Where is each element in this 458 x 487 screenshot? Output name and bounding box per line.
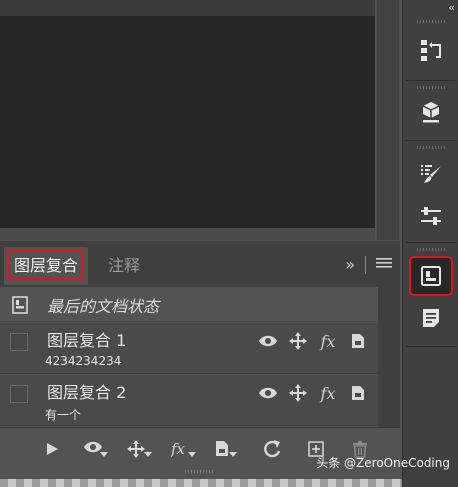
apply-comp-checkbox[interactable] bbox=[10, 333, 28, 351]
dock-grip[interactable] bbox=[417, 20, 445, 23]
3d-panel-button[interactable] bbox=[411, 94, 451, 130]
layer-comp-row[interactable]: 图层复合 2 有一个 fx bbox=[0, 375, 378, 426]
page-update-icon bbox=[216, 441, 237, 457]
apply-comp-checkbox[interactable] bbox=[10, 385, 28, 403]
eye-update-icon bbox=[84, 441, 108, 457]
document-tab-strip bbox=[0, 0, 375, 16]
layer-comps-panel-button[interactable] bbox=[411, 258, 451, 294]
position-move-icon[interactable] bbox=[288, 331, 308, 351]
collapse-dock-button[interactable]: ‹‹ bbox=[448, 1, 455, 14]
fx-style-icon[interactable]: fx bbox=[318, 383, 338, 403]
visibility-eye-icon[interactable] bbox=[258, 383, 278, 403]
comp-attribute-icons: fx bbox=[258, 331, 368, 351]
update-appearance-button[interactable] bbox=[206, 438, 250, 460]
panel-tab-bar: 图层复合 注释 » bbox=[0, 241, 400, 287]
note-icon bbox=[423, 309, 439, 327]
document-state-icon bbox=[12, 296, 28, 314]
cube-icon bbox=[422, 102, 440, 123]
history-panel-button[interactable] bbox=[411, 32, 451, 68]
highlight-box bbox=[8, 250, 85, 280]
dock-grip[interactable] bbox=[417, 146, 445, 149]
layer-comps-list: 最后的文档状态 图层复合 1 4234234234 fx 图层复合 2 有一个 … bbox=[0, 287, 378, 427]
watermark-text: 头条 @ZeroOneCoding bbox=[316, 456, 450, 470]
list-scrollbar[interactable] bbox=[378, 287, 400, 427]
layer-comps-panel: 图层复合 注释 » 最后的文档状态 图层复合 1 4234234234 fx 图… bbox=[0, 241, 400, 487]
tab-label: 注释 bbox=[108, 256, 141, 275]
notes-panel-button[interactable] bbox=[411, 300, 451, 336]
position-move-icon[interactable] bbox=[288, 383, 308, 403]
layer-comp-name: 图层复合 1 bbox=[47, 331, 127, 350]
layer-comp-comment: 4234234234 bbox=[45, 354, 122, 368]
svg-text:fx: fx bbox=[171, 440, 186, 458]
panel-menu-button[interactable] bbox=[376, 256, 392, 274]
tab-tools: » bbox=[345, 255, 392, 274]
dock-grip[interactable] bbox=[417, 248, 445, 251]
last-document-state-label: 最后的文档状态 bbox=[47, 297, 160, 316]
apply-next-comp-button[interactable] bbox=[30, 438, 74, 460]
expand-panels-button[interactable]: » bbox=[345, 255, 355, 274]
update-position-button[interactable] bbox=[118, 438, 162, 460]
adjustment-sliders-button[interactable] bbox=[411, 198, 451, 234]
dock-divider bbox=[406, 140, 456, 141]
update-all-button[interactable] bbox=[250, 438, 294, 460]
history-icon bbox=[421, 40, 441, 61]
dock-grip[interactable] bbox=[417, 86, 445, 89]
brush-icon bbox=[421, 165, 441, 183]
fx-style-icon[interactable]: fx bbox=[318, 331, 338, 351]
document-canvas-area bbox=[0, 0, 402, 240]
tab-layer-comps[interactable]: 图层复合 bbox=[4, 247, 89, 285]
dock-divider bbox=[406, 242, 456, 243]
comp-attribute-icons: fx bbox=[258, 383, 368, 403]
update-style-button[interactable]: fx bbox=[162, 438, 206, 460]
layer-comp-row[interactable]: 图层复合 1 4234234234 fx bbox=[0, 323, 378, 374]
horizontal-scrollbar[interactable] bbox=[0, 228, 375, 240]
dock-divider bbox=[406, 80, 456, 81]
sliders-icon bbox=[421, 207, 441, 225]
document-canvas bbox=[0, 16, 375, 240]
panel-resize-grip[interactable] bbox=[185, 470, 215, 473]
right-panel-dock: ‹‹ bbox=[402, 0, 458, 487]
dock-divider bbox=[406, 346, 456, 347]
tab-notes[interactable]: 注释 bbox=[98, 247, 150, 285]
update-visibility-button[interactable] bbox=[74, 438, 118, 460]
vertical-scrollbar[interactable] bbox=[377, 0, 399, 240]
layer-comp-name: 图层复合 2 bbox=[47, 383, 127, 402]
brush-presets-button[interactable] bbox=[411, 156, 451, 192]
visibility-eye-icon[interactable] bbox=[258, 331, 278, 351]
play-icon bbox=[47, 443, 58, 455]
hamburger-menu-icon bbox=[376, 257, 392, 268]
last-document-state-row[interactable]: 最后的文档状态 bbox=[0, 287, 378, 322]
layer-comps-icon bbox=[421, 266, 441, 286]
appearance-page-icon[interactable] bbox=[348, 383, 368, 403]
tool-divider bbox=[365, 255, 366, 274]
transparency-checkerboard bbox=[0, 479, 402, 487]
fx-update-icon: fx bbox=[171, 440, 196, 458]
move-update-icon bbox=[127, 440, 152, 458]
layer-comp-comment: 有一个 bbox=[45, 408, 82, 422]
appearance-page-icon[interactable] bbox=[348, 331, 368, 351]
refresh-icon bbox=[264, 440, 281, 458]
